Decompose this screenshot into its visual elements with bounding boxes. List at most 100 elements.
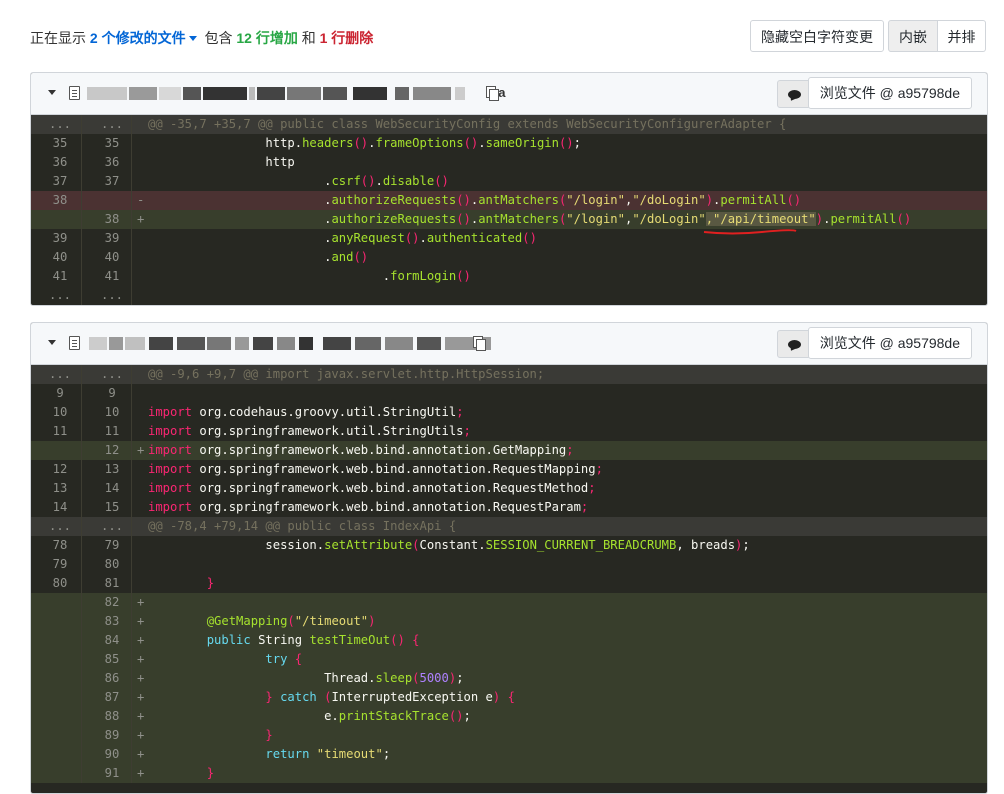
diff-marker: + (137, 709, 145, 723)
files-changed-dropdown[interactable]: 2 个修改的文件 (90, 30, 201, 46)
new-line-number[interactable]: 11 (88, 422, 136, 441)
new-line-number[interactable]: 36 (88, 153, 136, 172)
new-line-number[interactable]: 37 (88, 172, 136, 191)
new-line-number[interactable]: 12 (88, 441, 136, 460)
gutter-divider (131, 479, 132, 498)
code-text: Thread.sleep(5000); (148, 669, 463, 688)
new-line-number[interactable]: 90 (88, 745, 136, 764)
new-line-number[interactable]: ... (88, 365, 136, 384)
hunk-header-row: ...... @@ -78,4 +79,14 @@ public class In… (31, 517, 987, 536)
old-line-number[interactable]: 41 (36, 267, 84, 286)
new-line-number[interactable]: ... (88, 286, 136, 305)
old-line-number[interactable]: 12 (36, 460, 84, 479)
code-token: headers (302, 136, 354, 150)
code-line-row: 78 79 session.setAttribute(Constant.SESSI… (31, 536, 987, 555)
old-line-number[interactable]: ... (36, 517, 84, 536)
old-line-number[interactable]: 9 (36, 384, 84, 403)
code-line-row: 99 (31, 384, 987, 403)
code-line-row: 80 81 } (31, 574, 987, 593)
code-token: printStackTrace (338, 709, 449, 723)
old-line-number[interactable]: ... (36, 365, 84, 384)
new-line-number[interactable]: 81 (88, 574, 136, 593)
new-line-number[interactable]: 39 (88, 229, 136, 248)
diff-marker: - (137, 193, 145, 207)
gutter-divider (81, 650, 82, 669)
new-line-number[interactable]: 79 (88, 536, 136, 555)
view-file-button[interactable]: 浏览文件 @ a95798de (807, 77, 972, 109)
code-token: org.springframework.web.bind.annotation.… (192, 500, 581, 514)
code-token: () (390, 633, 405, 647)
code-token: ( (412, 671, 420, 685)
old-line-number[interactable]: 40 (36, 248, 84, 267)
code-token: try (148, 652, 288, 666)
code-token: String (250, 633, 310, 647)
new-line-number[interactable]: ... (88, 517, 136, 536)
new-line-number[interactable]: 86 (88, 669, 136, 688)
copy-path-icon[interactable] (486, 86, 499, 101)
new-line-number[interactable]: 83 (88, 612, 136, 631)
new-line-number[interactable]: 89 (88, 726, 136, 745)
code-token: () (558, 136, 574, 150)
new-line-number[interactable]: 88 (88, 707, 136, 726)
old-line-number[interactable]: 38 (36, 191, 84, 210)
diff-marker: + (137, 595, 145, 609)
new-line-number[interactable]: 84 (88, 631, 136, 650)
new-line-number[interactable]: 10 (88, 403, 136, 422)
toggle-comments-button[interactable] (777, 80, 811, 108)
gutter-divider (81, 365, 82, 384)
new-line-number[interactable]: 40 (88, 248, 136, 267)
code-token: import (148, 443, 193, 457)
view-file-button[interactable]: 浏览文件 @ a95798de (807, 327, 972, 359)
code-token: anyRequest (331, 231, 405, 245)
new-line-number[interactable]: 85 (88, 650, 136, 669)
collapse-toggle-icon[interactable] (48, 90, 56, 95)
new-line-number[interactable]: 9 (88, 384, 136, 403)
old-line-number[interactable]: 14 (36, 498, 84, 517)
old-line-number[interactable]: 37 (36, 172, 84, 191)
old-line-number[interactable]: 35 (36, 134, 84, 153)
code-text: .authorizeRequests().antMatchers("/login… (148, 210, 911, 229)
code-token: . (148, 193, 332, 207)
gutter-divider (81, 517, 82, 536)
old-line-number[interactable]: 10 (36, 403, 84, 422)
code-token: sleep (375, 671, 413, 685)
new-line-number[interactable]: 91 (88, 764, 136, 783)
old-line-number[interactable]: 78 (36, 536, 84, 555)
code-token: e. (148, 709, 339, 723)
code-token: InterruptedException e (331, 690, 493, 704)
new-line-number[interactable]: 87 (88, 688, 136, 707)
old-line-number[interactable]: 11 (36, 422, 84, 441)
new-line-number[interactable]: 15 (88, 498, 136, 517)
side-by-side-button[interactable]: 并排 (938, 20, 986, 52)
old-line-number[interactable]: 80 (36, 574, 84, 593)
copy-path-icon[interactable] (473, 336, 486, 351)
code-token: { (404, 633, 420, 647)
gutter-divider (81, 498, 82, 517)
gutter-divider (131, 498, 132, 517)
old-line-number[interactable]: 36 (36, 153, 84, 172)
new-line-number[interactable]: 13 (88, 460, 136, 479)
gutter-divider (81, 764, 82, 783)
inline-view-button[interactable]: 内嵌 (888, 20, 938, 52)
new-line-number[interactable]: 14 (88, 479, 136, 498)
old-line-number[interactable]: ... (36, 115, 84, 134)
hide-whitespace-button[interactable]: 隐藏空白字符变更 (750, 20, 884, 52)
new-line-number[interactable]: 35 (88, 134, 136, 153)
new-line-number[interactable]: ... (88, 115, 136, 134)
new-line-number[interactable]: 82 (88, 593, 136, 612)
new-line-number[interactable]: 41 (88, 267, 136, 286)
collapse-toggle-icon[interactable] (48, 340, 56, 345)
diff-summary: 正在显示 2 个修改的文件 包含 12 行增加 和 1 行删除 (30, 28, 373, 48)
new-line-number[interactable]: 38 (88, 210, 136, 229)
gutter-divider (131, 267, 132, 286)
old-line-number[interactable]: 39 (36, 229, 84, 248)
code-token: () (463, 136, 479, 150)
old-line-number[interactable]: 79 (36, 555, 84, 574)
code-line-row: 37 37 .csrf().disable() (31, 172, 987, 191)
old-line-number[interactable]: ... (36, 286, 84, 305)
new-line-number[interactable]: 80 (88, 555, 136, 574)
toggle-comments-button[interactable] (777, 330, 811, 358)
gutter-divider (81, 191, 82, 210)
code-token: http. (148, 136, 303, 150)
old-line-number[interactable]: 13 (36, 479, 84, 498)
